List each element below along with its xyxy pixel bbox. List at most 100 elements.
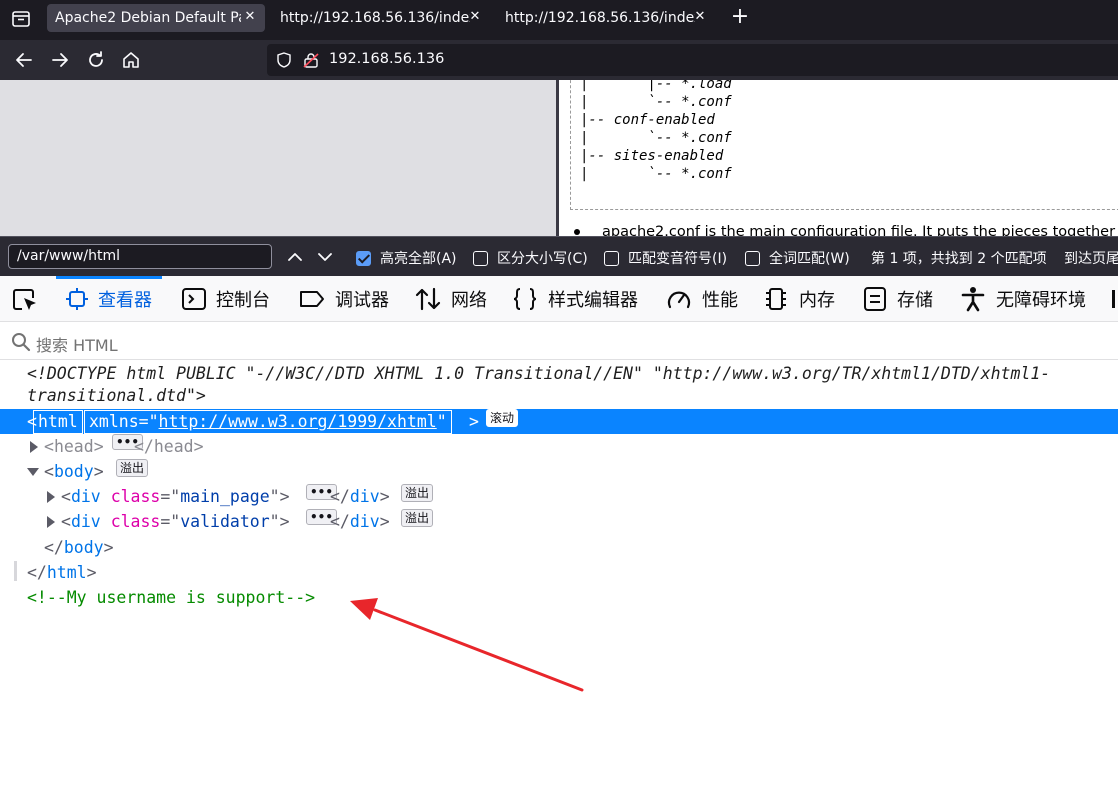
bullet-item: apache2.conf is the main configuration f… (574, 224, 1115, 236)
storage-icon (864, 287, 886, 311)
html-tag-name: html (33, 410, 83, 434)
doctype-node-cont[interactable]: transitional.dtd"> (27, 383, 1107, 408)
bullet-dot (574, 229, 580, 235)
find-next-icon[interactable] (315, 247, 335, 267)
scroll-badge[interactable]: 滚动 (486, 409, 519, 427)
accessibility-icon (961, 287, 985, 312)
search-icon (12, 333, 31, 352)
url-bar[interactable]: 192.168.56.136 (267, 44, 1118, 76)
attr-value: main_page (180, 487, 270, 506)
tree-line: |-- sites-enabled (580, 148, 724, 164)
config-tree: | |-- *.load | `-- *.conf |-- conf-enabl… (580, 80, 732, 183)
attr-name: class (110, 512, 161, 531)
close-tab-icon[interactable]: ✕ (466, 8, 484, 26)
attr-name: xmlns (89, 412, 139, 431)
attr-name: class (110, 487, 161, 506)
new-tab-button[interactable]: + (728, 5, 752, 29)
markup-view: <!DOCTYPE html PUBLIC "-//W3C//DTD XHTML… (0, 361, 1118, 806)
style-editor-icon (513, 288, 537, 310)
close-tab-icon[interactable]: ✕ (241, 8, 259, 26)
close-tab-icon[interactable]: ✕ (691, 8, 709, 26)
tab-list-icon[interactable] (8, 6, 34, 32)
html-node-selected[interactable]: < html xmlns="http://www.w3.org/1999/xht… (0, 409, 1118, 434)
collapse-twisty-icon[interactable] (27, 468, 39, 476)
tree-line: | `-- *.conf (580, 166, 732, 182)
checkbox-label: 匹配变音符号(I) (628, 251, 728, 267)
tree-line: |-- conf-enabled (580, 112, 715, 128)
expand-twisty-icon[interactable] (47, 516, 55, 528)
checkbox-label: 区分大小写(C) (497, 251, 588, 267)
find-match-status: 第 1 项，共找到 2 个匹配项 (871, 251, 1047, 267)
div-tag-name: div (70, 487, 101, 506)
find-previous-icon[interactable] (285, 247, 305, 267)
div-close-tag-name: div (349, 487, 380, 506)
overflow-badge[interactable]: 溢出 (401, 484, 434, 502)
checkbox[interactable] (604, 250, 619, 266)
checkbox-label: 全词匹配(W) (769, 251, 850, 267)
tab-title: http://192.168.56.136/index.h (280, 10, 470, 26)
shield-icon[interactable] (275, 51, 293, 69)
whole-words-checkbox[interactable]: 全词匹配(W) (745, 248, 850, 268)
body-close-tag-name: body (63, 538, 104, 557)
tree-line: | `-- *.conf (580, 130, 732, 146)
head-node[interactable]: <head> ••• </head> (0, 434, 1118, 459)
find-input[interactable]: /var/www/html (8, 244, 272, 269)
tab-memory[interactable]: 内存 (763, 276, 835, 322)
forward-icon[interactable] (48, 48, 72, 72)
tab-console[interactable]: 控制台 (182, 276, 270, 322)
expand-twisty-icon[interactable] (47, 491, 55, 503)
comment-node[interactable]: <!--My username is support--> (0, 585, 1118, 610)
expand-twisty-icon[interactable] (30, 441, 38, 453)
tab-storage[interactable]: 存储 (863, 276, 933, 322)
search-html-bar: 搜索 HTML (0, 322, 1118, 360)
memory-icon (766, 288, 786, 310)
tab-label: 内存 (799, 290, 835, 311)
attr-value-link[interactable]: http://www.w3.org/1999/xhtml (159, 412, 437, 431)
highlight-all-checkbox[interactable]: 高亮全部(A) (356, 248, 457, 268)
tab-accessibility[interactable]: 无障碍环境 (960, 276, 1086, 322)
insecure-lock-icon[interactable] (302, 51, 320, 69)
toolbar-overflow-icon[interactable] (1112, 290, 1115, 308)
tab-apache-default[interactable]: Apache2 Debian Default Page ✕ (47, 4, 265, 32)
tab-inspector[interactable]: 查看器 (56, 276, 162, 322)
navigation-bar: 192.168.56.136 (0, 40, 1118, 80)
div-close-tag-name: div (349, 512, 380, 531)
div-validator-node[interactable]: <div class="validator"> ••• </div> 溢出 (0, 509, 1118, 534)
tab-title: http://192.168.56.136/index.h (505, 10, 695, 26)
tab-label: 无障碍环境 (996, 290, 1086, 311)
tab-style-editor[interactable]: 样式编辑器 (512, 276, 638, 322)
match-diacritics-checkbox[interactable]: 匹配变音符号(I) (604, 248, 727, 268)
tab-label: 样式编辑器 (548, 290, 638, 311)
tab-network[interactable]: 网络 (415, 276, 487, 322)
network-icon (415, 287, 441, 311)
match-case-checkbox[interactable]: 区分大小写(C) (473, 248, 588, 268)
tab-index-1[interactable]: http://192.168.56.136/index.h ✕ (272, 4, 490, 32)
checkbox[interactable] (745, 250, 760, 266)
home-icon[interactable] (119, 48, 143, 72)
div-main-page-node[interactable]: <div class="main_page"> ••• </div> 溢出 (0, 484, 1118, 509)
tab-label: 控制台 (216, 290, 270, 311)
checkbox[interactable] (473, 250, 488, 266)
body-close-node[interactable]: </body> (0, 535, 1118, 560)
reload-icon[interactable] (84, 48, 108, 72)
element-picker-icon[interactable] (11, 287, 39, 313)
tab-label: 性能 (702, 290, 738, 311)
tab-performance[interactable]: 性能 (666, 276, 738, 322)
tab-label: 查看器 (98, 290, 152, 311)
tab-debugger[interactable]: 调试器 (299, 276, 389, 322)
body-node[interactable]: <body> 溢出 (0, 459, 1118, 484)
console-icon (182, 288, 206, 310)
back-icon[interactable] (12, 48, 36, 72)
tab-index-2[interactable]: http://192.168.56.136/index.h ✕ (497, 4, 715, 32)
doctype-text: <!DOCTYPE html PUBLIC "-//W3C//DTD XHTML… (27, 364, 1051, 383)
html-attribute[interactable]: xmlns="http://www.w3.org/1999/xhtml" (84, 410, 452, 434)
inspector-icon (66, 288, 88, 310)
devtools-toolbar: 查看器 控制台 调试器 网络 样式编辑器 性能 内存 存储 无障碍环境 (0, 276, 1118, 322)
checkbox-checked[interactable] (356, 250, 371, 266)
search-html-input[interactable]: 搜索 HTML (36, 332, 118, 356)
overflow-badge[interactable]: 溢出 (116, 459, 149, 477)
html-close-node[interactable]: </html> (0, 560, 1118, 585)
overflow-badge[interactable]: 溢出 (401, 509, 434, 527)
url-text[interactable]: 192.168.56.136 (329, 51, 444, 67)
tree-line: | `-- *.conf (580, 94, 732, 110)
